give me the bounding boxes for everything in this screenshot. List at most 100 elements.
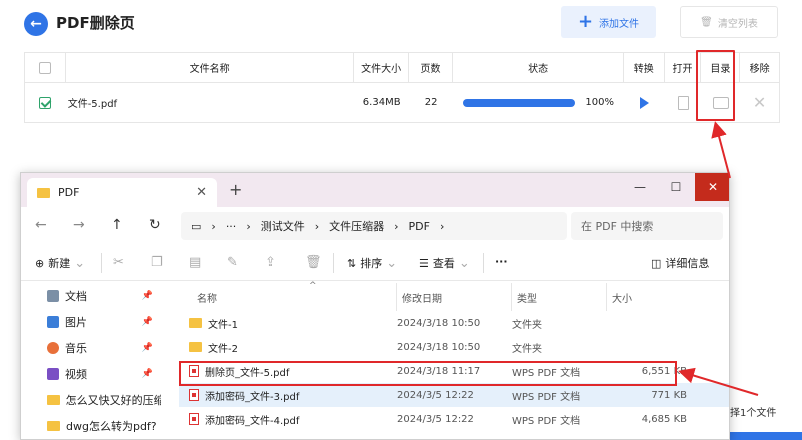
file-type: 文件夹 [512,319,542,331]
view-button[interactable]: ☰ 查看 ⌄ [419,255,470,271]
cut-icon[interactable]: ✂ [113,255,124,270]
add-file-button[interactable]: + 添加文件 [561,6,656,38]
up-arrow-icon[interactable]: ↑ [111,217,123,233]
rename-icon[interactable]: ✎ [227,255,238,270]
remove-button[interactable]: ✕ [740,83,779,122]
col-header-type[interactable]: 类型 [512,283,607,311]
explorer-tab-bar: PDF ✕ + — ☐ ✕ [21,173,729,207]
sidebar-item-label: 音乐 [65,342,87,355]
sort-caret-icon: ^ [309,281,317,291]
col-header-name: 文件名称 [66,53,355,82]
back-button[interactable]: ← [24,12,48,36]
toolbar-divider [333,253,334,273]
file-row[interactable]: 文件-2 2024/3/18 10:50 文件夹 [179,335,729,359]
monitor-icon: ▭ [191,219,202,233]
sidebar-item-folder[interactable]: 怎么又快又好的压缩图 [21,387,161,413]
paste-icon[interactable]: ▤ [189,255,201,270]
sidebar-item-folder[interactable]: dwg怎么转为pdf? [21,413,161,439]
file-row[interactable]: 文件-1 2024/3/18 10:50 文件夹 [179,311,729,335]
pin-icon: 📌 [141,369,153,379]
close-window-button[interactable]: ✕ [695,173,729,201]
chevron-down-icon: ⌄ [386,255,398,271]
sidebar-item-label: 视频 [65,368,87,381]
plus-icon: + [577,11,594,32]
trash-icon: 🗑 [700,16,713,28]
document-icon [47,290,59,302]
file-list-header: ^ 名称 修改日期 类型 大小 [179,281,729,311]
breadcrumb-separator: › [394,219,399,233]
details-label: 详细信息 [665,257,710,270]
search-input[interactable]: 在 PDF 中搜索 [571,212,723,240]
folder-icon [189,342,202,352]
explorer-tab[interactable]: PDF ✕ [27,178,217,207]
new-label: 新建 [48,257,71,270]
breadcrumb-separator: › [439,219,445,233]
select-all-checkbox[interactable] [38,61,51,74]
app-header: ← PDF删除页 + 添加文件 🗑 清空列表 [0,0,802,46]
col-header-size[interactable]: 大小 [607,290,687,305]
row-checkbox[interactable] [39,96,52,109]
details-button[interactable]: ◫ 详细信息 [651,255,709,271]
copy-icon[interactable]: ❐ [151,255,163,270]
breadcrumb-separator: › [211,219,216,233]
file-type: WPS PDF 文档 [512,391,581,403]
new-button[interactable]: ⊕ 新建 ⌄ [35,255,85,271]
sidebar-item-videos[interactable]: 视频 📌 [21,361,161,387]
col-header-name[interactable]: 名称 [179,283,397,311]
folder-icon [47,395,60,405]
new-tab-button[interactable]: + [229,180,242,199]
breadcrumb-ellipsis[interactable]: ··· [226,220,237,233]
file-type: WPS PDF 文档 [512,415,581,427]
breadcrumb-separator: › [314,219,320,233]
pin-icon: 📌 [141,343,153,353]
sidebar-item-music[interactable]: 音乐 📌 [21,335,161,361]
sidebar-item-documents[interactable]: 文档 📌 [21,283,161,309]
explorer-toolbar: ⊕ 新建 ⌄ ✂ ❐ ▤ ✎ ⇪ 🗑 ⇅ 排序 ⌄ ☰ 查看 ⌄ ··· ◫ 详… [21,245,729,281]
file-icon [677,95,689,110]
pin-icon: 📌 [141,317,153,327]
chevron-down-icon: ⌄ [74,255,86,271]
file-name: 添加密码_文件-3.pdf [205,391,300,403]
close-tab-icon[interactable]: ✕ [196,185,207,200]
pin-icon: 📌 [141,291,153,301]
file-date: 2024/3/5 12:22 [397,389,474,401]
forward-arrow-icon[interactable]: → [73,217,85,233]
col-header-status: 状态 [453,53,624,82]
bottom-action-bar[interactable] [730,432,802,440]
convert-button[interactable] [624,83,665,122]
view-label: 查看 [432,257,455,270]
maximize-button[interactable]: ☐ [659,173,693,201]
back-arrow-icon[interactable]: ← [35,217,47,233]
breadcrumb-item[interactable]: PDF [409,220,430,233]
breadcrumb-item[interactable]: 文件压缩器 [329,218,384,234]
file-row[interactable]: 添加密码_文件-3.pdf 2024/3/5 12:22 WPS PDF 文档 … [179,383,729,407]
col-header-date[interactable]: 修改日期 [397,283,512,311]
col-header-remove: 移除 [749,64,770,75]
row-check-cell [25,83,66,122]
refresh-icon[interactable]: ↻ [149,217,161,233]
progress-bar [463,98,576,107]
sort-button[interactable]: ⇅ 排序 ⌄ [347,255,397,271]
sidebar-item-pictures[interactable]: 图片 📌 [21,309,161,335]
folder-icon [47,421,60,431]
pdf-file-icon [189,413,199,425]
address-bar[interactable]: ▭ › ··· › 测试文件 › 文件压缩器 › PDF › [181,212,567,240]
selected-count-text: 择1个文件 [730,408,777,419]
breadcrumb-separator: › [246,219,251,233]
file-row[interactable]: 添加密码_文件-4.pdf 2024/3/5 12:22 WPS PDF 文档 … [179,407,729,431]
clear-list-button[interactable]: 🗑 清空列表 [680,6,778,38]
share-icon[interactable]: ⇪ [265,255,276,270]
minimize-button[interactable]: — [623,173,657,201]
details-pane-icon: ◫ [651,256,662,270]
row-file-name: 文件-5.pdf [67,99,118,110]
progress-text: 100% [585,97,614,108]
pdf-file-icon [189,389,199,401]
file-highlight-box [179,361,677,386]
breadcrumb-item[interactable]: 测试文件 [261,218,305,234]
delete-icon[interactable]: 🗑 [305,255,322,270]
row-file-size: 6.34MB [362,97,401,108]
navigation-pane: 文档 📌 图片 📌 音乐 📌 视频 📌 怎么又快又好的压缩图 dwg怎么转为pd… [21,283,161,439]
file-name: 文件-2 [208,343,238,355]
sidebar-item-label: 怎么又快又好的压缩图 [65,394,161,407]
more-options-button[interactable]: ··· [495,255,508,268]
